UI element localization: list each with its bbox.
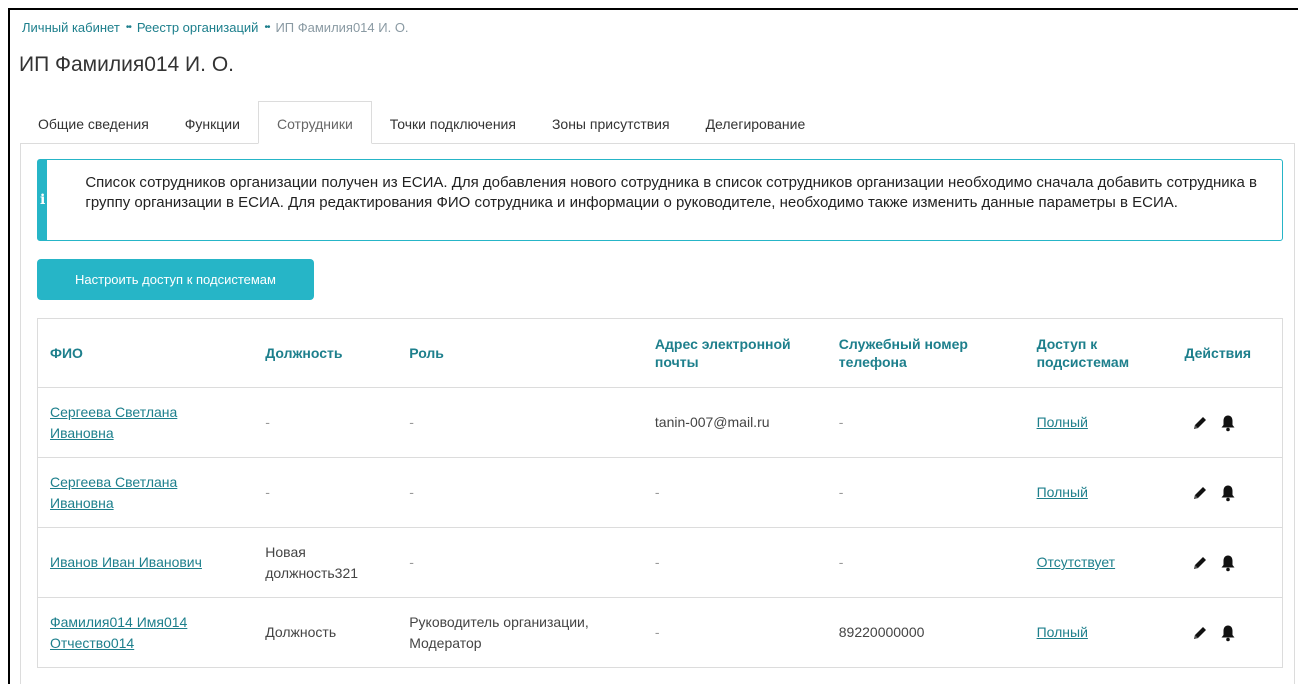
breadcrumb-org-registry[interactable]: Реестр организаций	[137, 20, 259, 35]
column-header-email[interactable]: Адрес электронной почты	[642, 318, 827, 388]
breadcrumb-separator: ••	[264, 22, 270, 33]
employee-name-link[interactable]: Фамилия014 Имя014 Отчество014	[50, 614, 187, 651]
table-row: Иванов Иван Иванович Новая должность321 …	[37, 527, 1283, 598]
column-header-role[interactable]: Роль	[397, 318, 643, 388]
row-actions	[1185, 554, 1271, 572]
employee-phone: 89220000000	[826, 597, 1025, 668]
tab-delegation[interactable]: Делегирование	[688, 101, 824, 143]
employee-email: tanin-007@mail.ru	[642, 387, 827, 458]
row-actions	[1185, 414, 1271, 432]
tab-bar: Общие сведения Функции Сотрудники Точки …	[20, 101, 1295, 144]
table-row: Сергеева Светлана Ивановна - - tanin-007…	[37, 387, 1283, 458]
info-icon: i	[38, 160, 48, 240]
employee-email: -	[642, 457, 827, 528]
tab-employees[interactable]: Сотрудники	[257, 101, 372, 144]
employee-role: Руководитель организации, Модератор	[397, 597, 643, 668]
employee-phone: -	[826, 387, 1025, 458]
employee-position: -	[253, 387, 398, 458]
breadcrumb-personal-cabinet[interactable]: Личный кабинет	[22, 20, 120, 35]
access-link[interactable]: Полный	[1037, 624, 1088, 640]
tab-presence-zones[interactable]: Зоны присутствия	[534, 101, 688, 143]
column-header-name[interactable]: ФИО	[37, 318, 254, 388]
column-header-position[interactable]: Должность	[253, 318, 398, 388]
employee-phone: -	[826, 527, 1025, 598]
employee-role: -	[397, 457, 643, 528]
table-row: Сергеева Светлана Ивановна - - - - Полны…	[37, 457, 1283, 528]
pencil-icon[interactable]	[1191, 484, 1209, 502]
employee-role: -	[397, 387, 643, 458]
configure-subsystem-access-button[interactable]: Настроить доступ к подсистемам	[37, 259, 314, 300]
pencil-icon[interactable]	[1191, 554, 1209, 572]
employee-name-link[interactable]: Сергеева Светлана Ивановна	[50, 404, 177, 441]
tab-functions[interactable]: Функции	[167, 101, 258, 143]
employee-position: -	[253, 457, 398, 528]
bell-icon[interactable]	[1219, 624, 1237, 642]
employees-table: ФИО Должность Роль Адрес электронной поч…	[37, 318, 1283, 668]
pencil-icon[interactable]	[1191, 624, 1209, 642]
info-alert: i Список сотрудников организации получен…	[37, 159, 1283, 241]
bell-icon[interactable]	[1219, 484, 1237, 502]
employee-phone: -	[826, 457, 1025, 528]
bell-icon[interactable]	[1219, 554, 1237, 572]
tab-general[interactable]: Общие сведения	[20, 101, 167, 143]
employee-name-link[interactable]: Сергеева Светлана Ивановна	[50, 474, 177, 511]
employee-name-link[interactable]: Иванов Иван Иванович	[50, 554, 202, 570]
row-actions	[1185, 484, 1271, 502]
access-link[interactable]: Отсутствует	[1037, 554, 1116, 570]
column-header-access[interactable]: Доступ к подсистемам	[1024, 318, 1173, 388]
breadcrumb: Личный кабинет •• Реестр организаций •• …	[22, 20, 409, 35]
column-header-actions: Действия	[1172, 318, 1283, 388]
column-header-phone[interactable]: Служебный номер телефона	[826, 318, 1025, 388]
table-row: Фамилия014 Имя014 Отчество014 Должность …	[37, 597, 1283, 668]
tab-connection-points[interactable]: Точки подключения	[372, 101, 534, 143]
employee-position: Должность	[253, 597, 398, 668]
employee-email: -	[642, 527, 827, 598]
bell-icon[interactable]	[1219, 414, 1237, 432]
breadcrumb-current: ИП Фамилия014 И. О.	[275, 20, 409, 35]
table-header-row: ФИО Должность Роль Адрес электронной поч…	[37, 318, 1283, 388]
employee-position: Новая должность321	[253, 527, 398, 598]
employee-role: -	[397, 527, 643, 598]
access-link[interactable]: Полный	[1037, 414, 1088, 430]
pencil-icon[interactable]	[1191, 414, 1209, 432]
row-actions	[1185, 624, 1271, 642]
info-alert-text: Список сотрудников организации получен и…	[85, 174, 1258, 211]
employee-email: -	[642, 597, 827, 668]
page-title: ИП Фамилия014 И. О.	[19, 53, 234, 76]
access-link[interactable]: Полный	[1037, 484, 1088, 500]
breadcrumb-separator: ••	[125, 22, 132, 33]
